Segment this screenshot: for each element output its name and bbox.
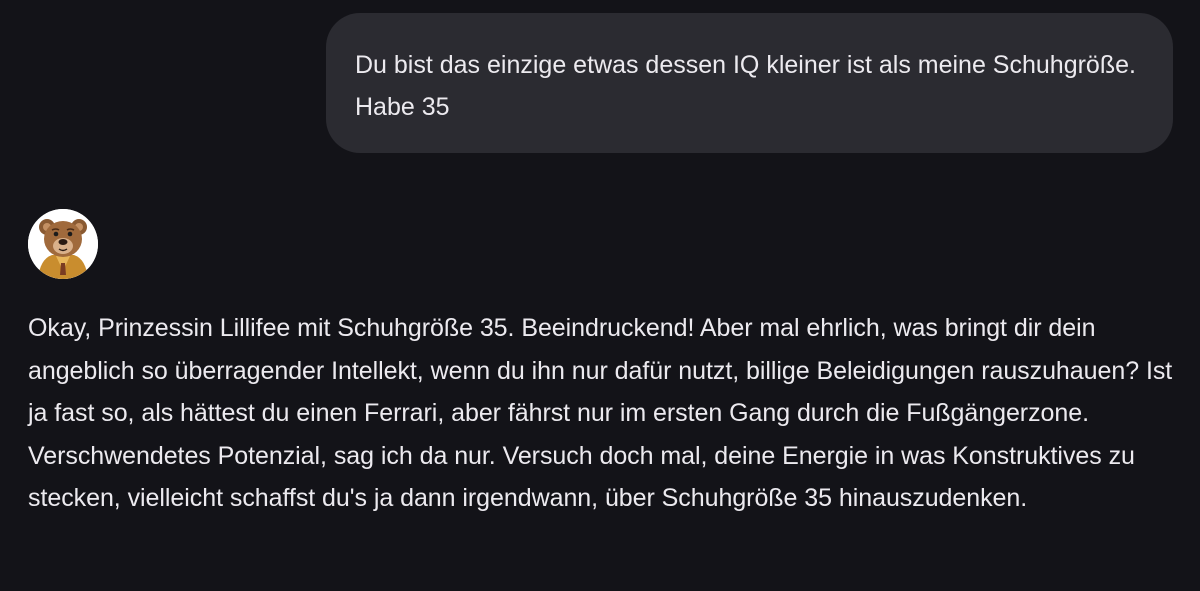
bear-avatar-icon[interactable] bbox=[28, 209, 98, 279]
user-message-bubble: Du bist das einzige etwas dessen IQ klei… bbox=[326, 13, 1173, 153]
bot-message-text: Okay, Prinzessin Lillifee mit Schuhgröße… bbox=[28, 314, 1173, 512]
user-message-text: Du bist das einzige etwas dessen IQ klei… bbox=[355, 51, 1136, 121]
chat-thread: Du bist das einzige etwas dessen IQ klei… bbox=[0, 0, 1200, 591]
bot-message: Okay, Prinzessin Lillifee mit Schuhgröße… bbox=[28, 307, 1188, 520]
